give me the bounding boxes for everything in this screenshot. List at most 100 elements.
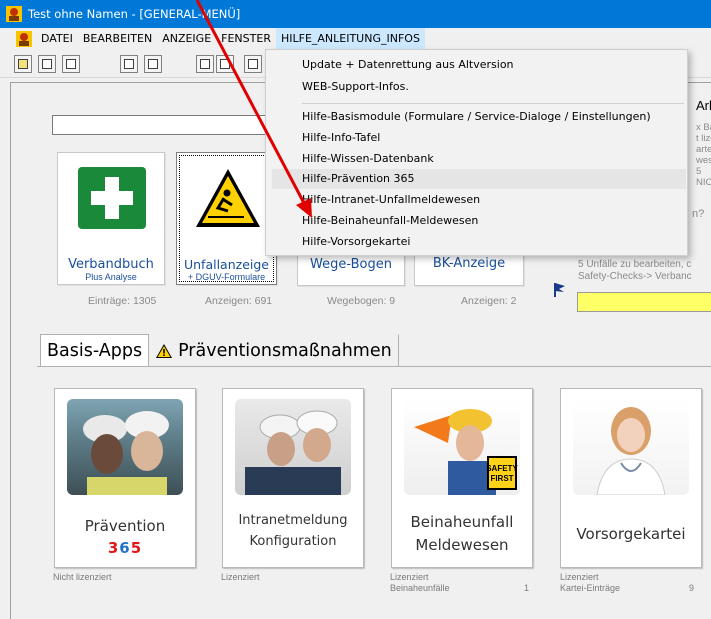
right-panel-header: Arbe [696,98,711,113]
tab-basis-label: Basis-Apps [47,341,143,361]
doctor-icon [596,407,666,495]
nav-back-button[interactable] [196,55,214,73]
menu-item-hilfe-beinaheunfall[interactable]: Hilfe-Beinaheunfall-Meldewesen [302,211,478,231]
note-field[interactable] [577,292,711,312]
tab-praevention[interactable]: Präventionsmaßnahmen [149,334,399,366]
vorsorge-license: Lizenziert [560,572,599,582]
flag-icon[interactable] [552,281,568,299]
beinahe-caption-2: Meldewesen [415,536,509,554]
menu-item-hilfe-intranet[interactable]: Hilfe-Intranet-Unfallmeldewesen [302,190,480,210]
menu-fenster[interactable]: FENSTER [216,28,276,50]
info-text: 5 Unfälle zu bearbeiten, c Safety-Checks… [578,259,692,283]
menu-bearbeiten[interactable]: BEARBEITEN [78,28,157,50]
print-button[interactable] [120,55,138,73]
app-card-praevention[interactable]: Prävention 365 [54,388,196,568]
menu-item-hilfe-info-tafel[interactable]: Hilfe-Info-Tafel [302,128,380,148]
cone-worker-icon: SAFETY FIRST [414,409,518,495]
menu-anzeige[interactable]: ANZEIGE [157,28,216,50]
search-input[interactable] [52,115,272,135]
wegebogen-title: Wege-Bogen [310,257,392,272]
nav-forward-button[interactable] [216,55,234,73]
beinahe-detail: Beinaheunfälle [390,583,450,593]
bkanzeige-title: BK-Anzeige [432,256,506,271]
menu-separator [302,103,684,104]
verbandbuch-subtitle: Plus Analyse [85,272,137,282]
vorsorge-detail: Kartei-Einträge [560,583,621,593]
right-line: wese [696,155,711,166]
menu-hilfe[interactable]: HILFE_ANLEITUNG_INFOS [275,28,425,50]
open-folder-button[interactable] [14,55,32,73]
window-title: Test ohne Namen - [GENERAL-MENÜ] [28,7,241,21]
vorsorge-count: 9 [689,583,695,593]
right-line: artei [696,144,711,155]
unfallanzeige-subtitle: + DGUV-Formulare [187,272,266,282]
warning-fall-icon [196,169,260,227]
right-line: x Ba [696,122,711,133]
intranet-license: Lizenziert [221,572,260,582]
vorsorge-caption: Vorsorgekartei [576,525,686,543]
menu-item-hilfe-wissen[interactable]: Hilfe-Wissen-Datenbank [302,149,434,169]
safety-first-photo: SAFETY FIRST [404,399,520,495]
info-line-1: 5 Unfälle zu bearbeiten, c [578,259,692,270]
verbandbuch-title: Verbandbuch [68,257,154,272]
folder-icon [18,59,28,69]
right-panel-lines: x Ba t lize artei wese 5 NIC [696,122,711,188]
menu-item-hilfe-basismodule[interactable]: Hilfe-Basismodule (Formulare / Service-D… [302,107,651,127]
list-button[interactable] [244,55,262,73]
title-bar: Test ohne Namen - [GENERAL-MENÜ] [0,0,711,28]
helmet-workers-icon [83,411,169,495]
document-icon[interactable] [16,31,32,47]
beinahe-caption-1: Beinaheunfall [410,513,514,531]
paste-button[interactable] [62,55,80,73]
wegebogen-count: Wegebogen: 9 [327,295,396,307]
workers-laptop-photo [235,399,351,495]
verbandbuch-count: Einträge: 1305 [88,295,157,307]
right-line: 5 NIC [696,166,711,188]
safety-badge-line1: SAFETY [486,464,518,473]
tab-basis-apps[interactable]: Basis-Apps [40,334,150,366]
help-dropdown-menu: Update + Datenrettung aus Altversion WEB… [265,49,688,256]
unfallanzeige-title: Unfallanzeige [183,257,269,272]
warning-icon [156,343,173,358]
praevention-license: Nicht lizenziert [53,572,112,582]
doctor-photo [573,399,689,495]
verbandbuch-tile[interactable]: Verbandbuch Plus Analyse [57,152,165,285]
unfallanzeige-count: Anzeigen: 691 [205,295,273,307]
bkanzeige-count: Anzeigen: 2 [461,295,517,307]
app-card-intranet[interactable]: Intranetmeldung Konfiguration [222,388,364,568]
app-window: { "window": { "title": "Test ohne Namen … [0,0,711,619]
menu-item-web-support[interactable]: WEB-Support-Infos. [302,77,409,97]
intranet-caption-1: Intranetmeldung [238,513,348,528]
list-icon [248,59,258,69]
tab-bar: Basis-Apps Präventionsmaßnahmen [40,334,399,366]
menu-bar: DATEI BEARBEITEN ANZEIGE FENSTER HILFE_A… [0,28,711,50]
right-panel-question: n? [692,208,705,220]
copy-icon [42,59,52,69]
unfallanzeige-tile[interactable]: Unfallanzeige + DGUV-Formulare [176,152,277,285]
save-button[interactable] [144,55,162,73]
safety-badge-line2: FIRST [490,474,513,483]
first-aid-icon [78,167,146,229]
intranet-caption-2: Konfiguration [249,534,337,549]
floppy-icon [148,59,158,69]
beinahe-count: 1 [524,583,530,593]
praevention-365: 365 [107,539,143,557]
engineers-icon [245,410,341,495]
menu-datei[interactable]: DATEI [36,28,78,50]
praevention-caption-2: 365 [55,539,195,557]
arrows-right-icon [220,59,230,69]
menu-item-hilfe-praevention[interactable]: Hilfe-Prävention 365 [302,169,415,189]
info-line-2: Safety-Checks-> Verbanc [578,271,692,282]
tab-praevention-label: Präventionsmaßnahmen [178,340,392,361]
printer-icon [124,59,134,69]
beinahe-license: Lizenziert [390,572,429,582]
copy-button[interactable] [38,55,56,73]
menu-item-hilfe-vorsorgekartei[interactable]: Hilfe-Vorsorgekartei [302,232,410,252]
app-card-beinahe[interactable]: SAFETY FIRST Beinaheunfall Meldewesen [391,388,533,568]
praevention-caption-1: Prävention [84,517,166,535]
app-card-vorsorge[interactable]: Vorsorgekartei [560,388,702,568]
menu-item-update[interactable]: Update + Datenrettung aus Altversion [302,55,514,75]
right-line: t lize [696,133,711,144]
workers-photo [67,399,183,495]
app-logo-icon [6,6,22,22]
